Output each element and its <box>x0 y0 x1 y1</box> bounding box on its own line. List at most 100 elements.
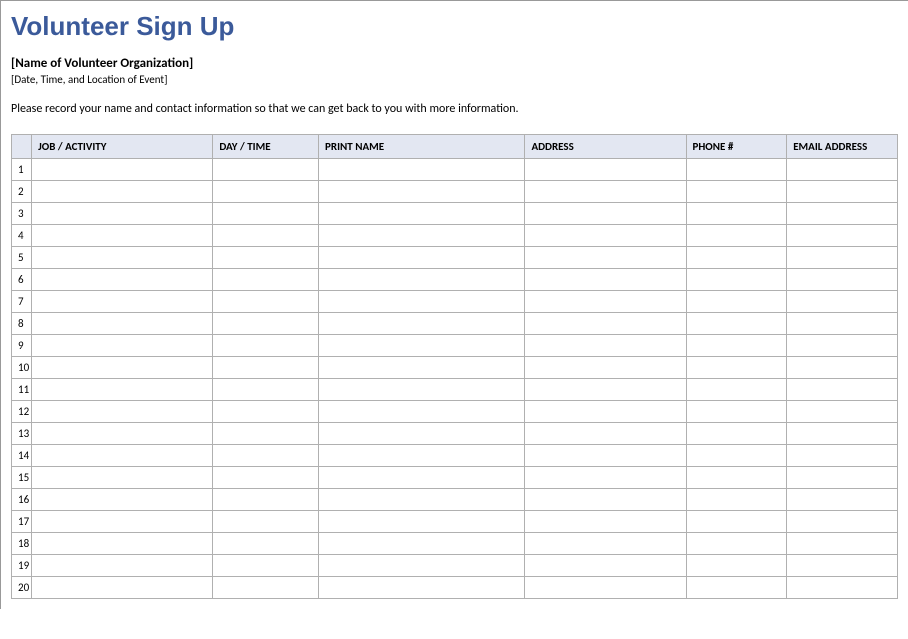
cell-address[interactable] <box>525 269 686 291</box>
cell-address[interactable] <box>525 555 686 577</box>
cell-day[interactable] <box>213 511 319 533</box>
cell-email[interactable] <box>787 445 898 467</box>
cell-job[interactable] <box>32 445 213 467</box>
cell-day[interactable] <box>213 379 319 401</box>
cell-name[interactable] <box>319 357 525 379</box>
cell-phone[interactable] <box>686 555 787 577</box>
cell-name[interactable] <box>319 533 525 555</box>
cell-email[interactable] <box>787 247 898 269</box>
cell-name[interactable] <box>319 203 525 225</box>
cell-address[interactable] <box>525 467 686 489</box>
cell-address[interactable] <box>525 203 686 225</box>
cell-phone[interactable] <box>686 313 787 335</box>
cell-address[interactable] <box>525 357 686 379</box>
cell-name[interactable] <box>319 577 525 599</box>
cell-phone[interactable] <box>686 401 787 423</box>
cell-phone[interactable] <box>686 357 787 379</box>
cell-address[interactable] <box>525 181 686 203</box>
cell-day[interactable] <box>213 555 319 577</box>
cell-email[interactable] <box>787 533 898 555</box>
cell-phone[interactable] <box>686 203 787 225</box>
cell-phone[interactable] <box>686 247 787 269</box>
cell-phone[interactable] <box>686 159 787 181</box>
cell-address[interactable] <box>525 533 686 555</box>
cell-email[interactable] <box>787 467 898 489</box>
cell-name[interactable] <box>319 247 525 269</box>
cell-phone[interactable] <box>686 291 787 313</box>
cell-job[interactable] <box>32 291 213 313</box>
cell-address[interactable] <box>525 247 686 269</box>
cell-name[interactable] <box>319 445 525 467</box>
cell-email[interactable] <box>787 423 898 445</box>
cell-name[interactable] <box>319 313 525 335</box>
cell-address[interactable] <box>525 577 686 599</box>
cell-name[interactable] <box>319 225 525 247</box>
cell-email[interactable] <box>787 291 898 313</box>
cell-name[interactable] <box>319 423 525 445</box>
cell-job[interactable] <box>32 423 213 445</box>
cell-name[interactable] <box>319 335 525 357</box>
cell-name[interactable] <box>319 401 525 423</box>
cell-address[interactable] <box>525 335 686 357</box>
cell-name[interactable] <box>319 467 525 489</box>
cell-day[interactable] <box>213 489 319 511</box>
cell-day[interactable] <box>213 445 319 467</box>
cell-email[interactable] <box>787 357 898 379</box>
cell-job[interactable] <box>32 203 213 225</box>
cell-day[interactable] <box>213 269 319 291</box>
cell-job[interactable] <box>32 555 213 577</box>
cell-address[interactable] <box>525 489 686 511</box>
cell-job[interactable] <box>32 159 213 181</box>
cell-day[interactable] <box>213 335 319 357</box>
cell-day[interactable] <box>213 247 319 269</box>
cell-email[interactable] <box>787 313 898 335</box>
cell-job[interactable] <box>32 335 213 357</box>
cell-phone[interactable] <box>686 445 787 467</box>
cell-phone[interactable] <box>686 489 787 511</box>
cell-day[interactable] <box>213 159 319 181</box>
cell-job[interactable] <box>32 533 213 555</box>
cell-day[interactable] <box>213 181 319 203</box>
cell-address[interactable] <box>525 313 686 335</box>
cell-job[interactable] <box>32 401 213 423</box>
cell-phone[interactable] <box>686 467 787 489</box>
cell-job[interactable] <box>32 379 213 401</box>
cell-day[interactable] <box>213 401 319 423</box>
cell-email[interactable] <box>787 577 898 599</box>
cell-email[interactable] <box>787 203 898 225</box>
cell-phone[interactable] <box>686 423 787 445</box>
cell-day[interactable] <box>213 203 319 225</box>
cell-email[interactable] <box>787 335 898 357</box>
cell-job[interactable] <box>32 577 213 599</box>
cell-phone[interactable] <box>686 269 787 291</box>
cell-name[interactable] <box>319 159 525 181</box>
cell-job[interactable] <box>32 467 213 489</box>
cell-phone[interactable] <box>686 181 787 203</box>
cell-day[interactable] <box>213 291 319 313</box>
cell-day[interactable] <box>213 313 319 335</box>
cell-address[interactable] <box>525 401 686 423</box>
cell-phone[interactable] <box>686 511 787 533</box>
cell-day[interactable] <box>213 357 319 379</box>
cell-phone[interactable] <box>686 379 787 401</box>
cell-email[interactable] <box>787 379 898 401</box>
cell-email[interactable] <box>787 159 898 181</box>
cell-email[interactable] <box>787 555 898 577</box>
cell-name[interactable] <box>319 181 525 203</box>
cell-name[interactable] <box>319 555 525 577</box>
cell-address[interactable] <box>525 445 686 467</box>
cell-phone[interactable] <box>686 225 787 247</box>
cell-name[interactable] <box>319 379 525 401</box>
cell-email[interactable] <box>787 225 898 247</box>
cell-phone[interactable] <box>686 335 787 357</box>
cell-email[interactable] <box>787 269 898 291</box>
cell-job[interactable] <box>32 489 213 511</box>
cell-job[interactable] <box>32 247 213 269</box>
cell-job[interactable] <box>32 225 213 247</box>
cell-address[interactable] <box>525 159 686 181</box>
cell-phone[interactable] <box>686 577 787 599</box>
cell-name[interactable] <box>319 291 525 313</box>
cell-email[interactable] <box>787 401 898 423</box>
cell-job[interactable] <box>32 181 213 203</box>
cell-day[interactable] <box>213 577 319 599</box>
